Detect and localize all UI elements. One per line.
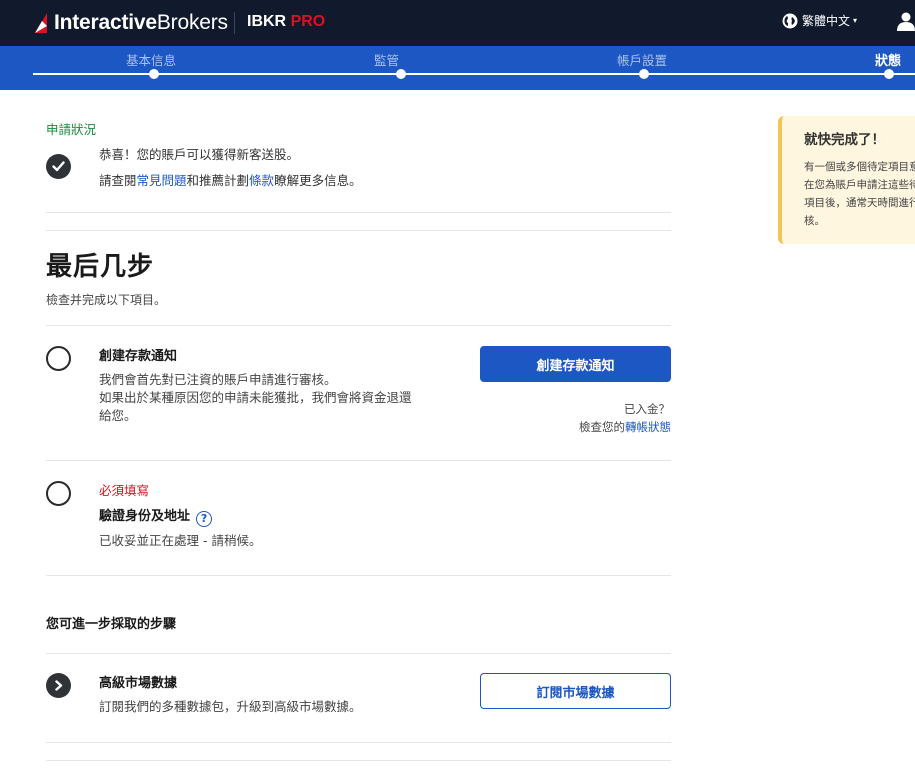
divider [46, 575, 671, 576]
application-status-title: 申請狀況 [46, 122, 97, 137]
divider [46, 230, 671, 231]
product-name: IBKR PRO [247, 13, 326, 30]
brand-name: InteractiveBrokers [54, 11, 228, 34]
incomplete-circle-icon [46, 481, 71, 506]
top-navigation-bar: InteractiveBrokers IBKR PRO 繁體中文 ▾ [0, 0, 915, 46]
notice-body: 有一個或多個待定項目意。在您為賬戶申請注這些待定項目後，通常天時間進行審核。 [804, 161, 915, 227]
further-steps-title: 您可進一步採取的步驟 [46, 617, 177, 632]
language-label: 繁體中文 [802, 14, 851, 28]
flame-logo-icon [35, 13, 47, 33]
faq-link[interactable]: 常見問題 [137, 173, 187, 188]
divider [46, 760, 671, 761]
globe-icon [782, 13, 798, 28]
notice-title: 就快完成了！ [804, 132, 885, 148]
step-dot-basic-info [149, 69, 159, 79]
check-icon [46, 154, 71, 179]
divider [46, 742, 671, 743]
step-regulatory[interactable]: 監管 [374, 50, 399, 69]
chevron-down-icon: ▾ [853, 16, 858, 25]
required-label: 必須填寫 [99, 483, 150, 498]
step-basic-info[interactable]: 基本信息 [126, 50, 176, 69]
step-dot-regulatory [396, 69, 406, 79]
market-data-item-desc: 訂閱我們的多種數據包，升級到高級市場數據。 [99, 699, 362, 714]
congrats-message: 恭喜！您的賬戶可以獲得新客送股。 [99, 147, 300, 162]
market-data-item-title: 高級市場數據 [99, 676, 178, 691]
step-account-settings[interactable]: 帳戶設置 [617, 50, 667, 69]
final-steps-title: 最后几步 [46, 252, 155, 282]
transfer-status-line: 檢查您的轉帳狀態 [579, 420, 671, 434]
divider [46, 325, 671, 326]
language-selector[interactable]: 繁體中文 ▾ [782, 12, 857, 29]
step-dot-account-settings [639, 69, 649, 79]
subscribe-market-data-button[interactable]: 訂閱市場數據 [480, 673, 671, 709]
create-deposit-notification-button[interactable]: 創建存款通知 [480, 346, 671, 382]
progress-stepper: 基本信息 監管 帳戶設置 狀態 [0, 46, 915, 90]
divider [46, 653, 671, 654]
brand-logo[interactable]: InteractiveBrokers [33, 11, 228, 35]
almost-done-notice: 就快完成了！ 有一個或多個待定項目意。在您為賬戶申請注這些待定項目後，通常天時間… [778, 116, 915, 244]
identity-item-title: 驗證身份及地址? [99, 505, 213, 527]
terms-link[interactable]: 條款 [249, 173, 274, 188]
chevron-right-icon[interactable] [46, 673, 71, 698]
faq-message: 請查閱常見問題和推薦計劃條款瞭解更多信息。 [99, 173, 362, 188]
identity-item-desc: 已收妥並正在處理 - 請稍候。 [99, 533, 262, 548]
final-steps-subtitle: 檢查并完成以下項目。 [46, 293, 167, 307]
deposit-item-desc-line: 給您。 [99, 408, 137, 423]
deposit-item-desc-line: 如果出於某種原因您的申請未能獲批，我們會將資金退還 [99, 390, 412, 405]
user-icon[interactable] [896, 11, 915, 31]
step-dot-status [884, 69, 894, 79]
help-icon[interactable]: ? [196, 511, 213, 527]
divider [46, 212, 671, 213]
header-divider [234, 12, 235, 34]
stepper-line [33, 73, 915, 75]
deposit-item-desc-line: 我們會首先對已注資的賬戶申請進行審核。 [99, 372, 337, 387]
incomplete-circle-icon [46, 346, 71, 371]
transfer-status-link[interactable]: 轉帳狀態 [625, 420, 671, 434]
step-status[interactable]: 狀態 [875, 50, 901, 69]
already-funded-label: 已入金？ [624, 402, 670, 416]
deposit-item-title: 創建存款通知 [99, 349, 178, 364]
divider [46, 460, 671, 461]
